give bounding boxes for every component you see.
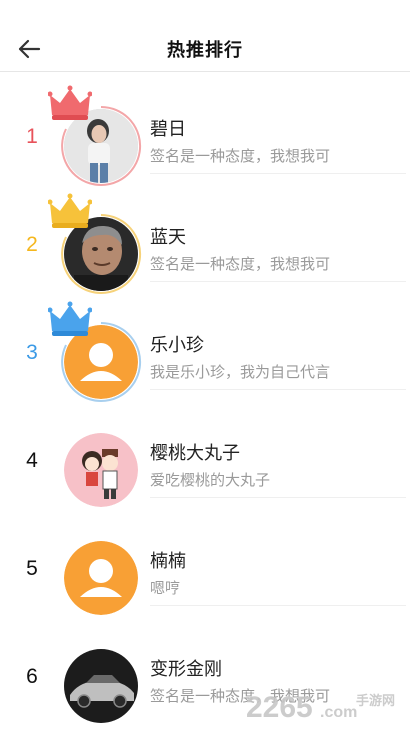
ranking-row-5[interactable]: 5 楠楠 嗯哼 bbox=[0, 505, 410, 615]
user-name: 楠楠 bbox=[150, 551, 186, 572]
watermark-domain: .com bbox=[320, 704, 357, 721]
gold-crown-icon bbox=[48, 193, 92, 228]
rank-number: 2 bbox=[26, 233, 38, 256]
page-title: 热推排行 bbox=[167, 40, 243, 61]
user-signature: 签名是一种态度，我想我可 bbox=[150, 147, 331, 165]
avatar-wrap[interactable] bbox=[48, 85, 142, 186]
rank-number: 3 bbox=[26, 341, 38, 364]
row-divider bbox=[150, 605, 406, 606]
ranking-row-2[interactable]: 2 蓝天 签名是一种态度，我想我可 bbox=[0, 181, 410, 294]
avatar-wrap[interactable] bbox=[64, 649, 138, 723]
red-crown-icon bbox=[48, 85, 92, 120]
rank-number: 1 bbox=[26, 125, 38, 148]
avatar-wrap[interactable] bbox=[64, 433, 138, 507]
row-divider bbox=[150, 389, 406, 390]
user-signature: 我是乐小珍，我为自己代言 bbox=[150, 363, 331, 381]
user-name: 蓝天 bbox=[150, 227, 186, 248]
user-name: 樱桃大丸子 bbox=[150, 443, 240, 464]
default-user-icon bbox=[64, 541, 138, 615]
ranking-row-1[interactable]: 1 碧日 签名是一种态度，我想我可 bbox=[0, 73, 410, 186]
avatar-wrap[interactable] bbox=[64, 541, 138, 615]
row-divider bbox=[150, 497, 406, 498]
user-name: 变形金刚 bbox=[150, 659, 222, 680]
user-name: 碧日 bbox=[150, 119, 186, 140]
user-signature: 爱吃樱桃的大丸子 bbox=[150, 471, 271, 489]
user-signature: 签名是一种态度，我想我可 bbox=[150, 255, 331, 273]
ranking-row-3[interactable]: 3 乐小珍 我是乐小珍，我为自己代言 bbox=[0, 289, 410, 402]
rank-number: 5 bbox=[26, 557, 38, 580]
avatar bbox=[64, 433, 138, 507]
row-divider bbox=[150, 173, 406, 174]
user-signature: 嗯哼 bbox=[150, 579, 181, 597]
ranking-row-4[interactable]: 4 樱桃大丸子 爱吃樱桃的大丸子 bbox=[0, 397, 410, 507]
avatar-wrap[interactable] bbox=[48, 193, 142, 294]
watermark-label: 手游网 bbox=[356, 693, 395, 709]
user-name: 乐小珍 bbox=[150, 335, 204, 356]
watermark-brand: 2265 bbox=[246, 691, 313, 724]
rank-number: 4 bbox=[26, 449, 38, 472]
avatar-wrap[interactable] bbox=[48, 301, 142, 402]
rank-number: 6 bbox=[26, 665, 38, 688]
ranking-list: 1 碧日 签名是一种态度，我想我可 2 蓝天 签名是一种态度，我想我可 3 乐小… bbox=[0, 73, 410, 723]
avatar bbox=[64, 649, 138, 723]
blue-crown-icon bbox=[48, 301, 92, 336]
row-divider bbox=[150, 281, 406, 282]
watermark-logo: 2265 .com 手游网 bbox=[244, 685, 404, 727]
top-bar: 热推排行 bbox=[0, 0, 410, 72]
